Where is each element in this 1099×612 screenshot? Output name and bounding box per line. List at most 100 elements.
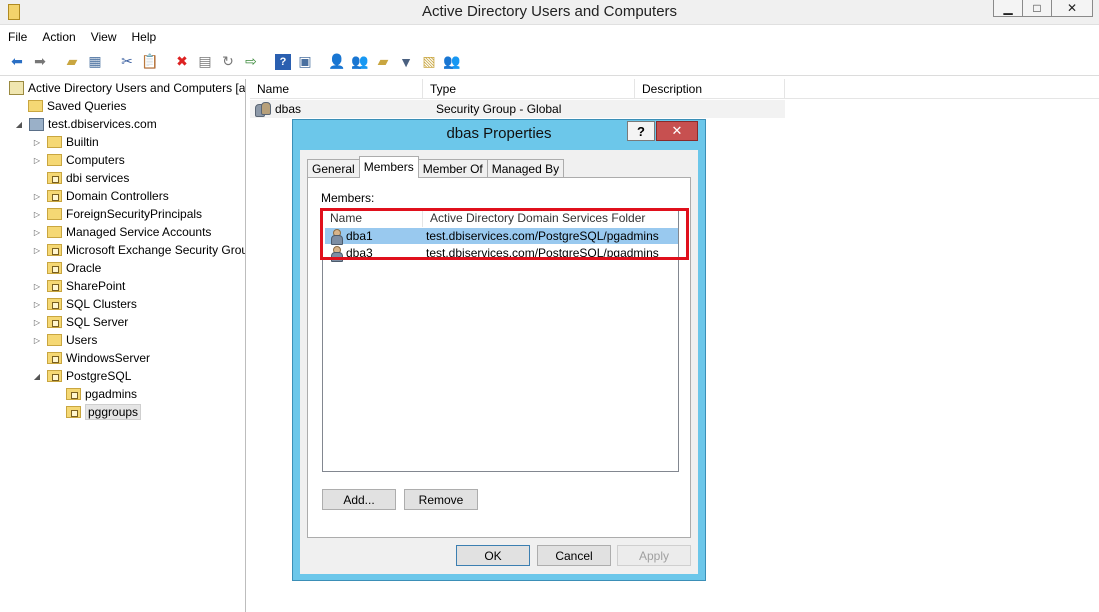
find-users-icon[interactable]: 👥: [441, 51, 463, 73]
forward-arrow-icon[interactable]: ➡: [29, 51, 51, 73]
members-label: Members:: [321, 191, 375, 205]
export-list-icon[interactable]: ⇨: [240, 51, 262, 73]
user-icon: [330, 246, 343, 262]
expanded-arrow-icon[interactable]: ◢: [13, 120, 25, 129]
row-type: Security Group - Global: [436, 102, 562, 116]
maximize-button[interactable]: □: [1022, 0, 1052, 17]
member-row[interactable]: dba1 test.dbiservices.com/PostgreSQL/pga…: [325, 228, 678, 245]
collapsed-arrow-icon[interactable]: ▷: [31, 300, 43, 309]
tree-item-postgresql[interactable]: ◢ PostgreSQL: [31, 367, 131, 385]
members-list-header: Name Active Directory Domain Services Fo…: [323, 209, 678, 227]
close-button[interactable]: ✕: [1051, 0, 1093, 17]
tree-item-domain-controllers[interactable]: ▷ Domain Controllers: [31, 187, 169, 205]
cancel-button[interactable]: Cancel: [537, 545, 611, 566]
tree-item-pgadmins[interactable]: pgadmins: [66, 385, 137, 403]
filter-icon[interactable]: ▼: [395, 51, 417, 73]
collapsed-arrow-icon[interactable]: ▷: [31, 156, 43, 165]
collapsed-arrow-icon[interactable]: ▷: [31, 246, 43, 255]
tree-item-sharepoint[interactable]: ▷ SharePoint: [31, 277, 125, 295]
tree-root-label: Active Directory Users and Computers [a: [28, 81, 246, 95]
tab-managed-by[interactable]: Managed By: [486, 159, 565, 178]
show-tree-icon[interactable]: ▦: [84, 51, 106, 73]
new-group-icon[interactable]: 👥: [349, 51, 371, 73]
tree-item-foreign-security-principals[interactable]: ▷ ForeignSecurityPrincipals: [31, 205, 202, 223]
tree-item-builtin[interactable]: ▷ Builtin: [31, 133, 99, 151]
folder-icon: [47, 334, 62, 346]
apply-button[interactable]: Apply: [617, 545, 691, 566]
new-user-icon[interactable]: 👤: [326, 51, 348, 73]
window-controls: ▁ □ ✕: [993, 0, 1093, 17]
cut-icon[interactable]: ✂: [116, 51, 138, 73]
tree-item-oracle[interactable]: Oracle: [47, 259, 101, 277]
ou-folder-icon: [47, 316, 62, 328]
clipboard-icon[interactable]: 📋: [139, 51, 161, 73]
folder-icon: [47, 226, 62, 238]
tree-item-sql-server[interactable]: ▷ SQL Server: [31, 313, 128, 331]
up-folder-icon[interactable]: ▰: [61, 51, 83, 73]
tab-members[interactable]: Members: [358, 156, 419, 178]
collapsed-arrow-icon[interactable]: ▷: [31, 228, 43, 237]
column-name[interactable]: Name: [250, 79, 423, 98]
refresh-icon[interactable]: ↻: [217, 51, 239, 73]
tab-member-of[interactable]: Member Of: [417, 159, 488, 178]
new-ou-icon[interactable]: ▰: [372, 51, 394, 73]
member-name: dba1: [346, 229, 373, 243]
tree-root[interactable]: Active Directory Users and Computers [a: [9, 79, 245, 97]
ok-button[interactable]: OK: [456, 545, 530, 566]
console-root-icon: [9, 81, 24, 95]
add-to-group-icon[interactable]: ▧: [418, 51, 440, 73]
tree-item-windowsserver[interactable]: WindowsServer: [47, 349, 150, 367]
member-row[interactable]: dba3 test.dbiservices.com/PostgreSQL/pga…: [325, 245, 678, 262]
tree-item-computers[interactable]: ▷ Computers: [31, 151, 125, 169]
folder-icon: [47, 208, 62, 220]
remove-member-button[interactable]: Remove: [404, 489, 478, 510]
help-icon[interactable]: ?: [275, 53, 291, 70]
domain-icon: [29, 117, 44, 131]
row-name: dbas: [275, 102, 302, 116]
tree-item-managed-service-accounts[interactable]: ▷ Managed Service Accounts: [31, 223, 212, 241]
tree-item-exchange-security-groups[interactable]: ▷ Microsoft Exchange Security Grou: [31, 241, 245, 259]
ou-folder-icon: [47, 190, 62, 202]
minimize-button[interactable]: ▁: [993, 0, 1023, 17]
tree-item-dbi-services[interactable]: dbi services: [47, 169, 129, 187]
dialog-body: General Members Member Of Managed By Mem…: [300, 150, 698, 574]
collapsed-arrow-icon[interactable]: ▷: [31, 138, 43, 147]
column-description[interactable]: Description: [635, 79, 785, 98]
members-column-name[interactable]: Name: [323, 209, 423, 227]
back-arrow-icon[interactable]: ⬅: [6, 51, 28, 73]
collapsed-arrow-icon[interactable]: ▷: [31, 282, 43, 291]
console-icon[interactable]: ▣: [294, 51, 316, 73]
menu-view[interactable]: View: [91, 30, 117, 44]
expanded-arrow-icon[interactable]: ◢: [31, 372, 43, 381]
tab-general[interactable]: General: [307, 159, 360, 178]
delete-icon[interactable]: ✖: [171, 51, 193, 73]
add-member-button[interactable]: Add...: [322, 489, 396, 510]
column-type[interactable]: Type: [423, 79, 635, 98]
menu-help[interactable]: Help: [132, 30, 157, 44]
ou-folder-icon: [47, 370, 62, 382]
tree-item-users[interactable]: ▷ Users: [31, 331, 97, 349]
tree-item-pggroups[interactable]: pggroups: [66, 403, 142, 421]
members-list[interactable]: Name Active Directory Domain Services Fo…: [322, 208, 679, 472]
tree-item-domain[interactable]: ◢ test.dbiservices.com: [13, 115, 157, 133]
members-column-folder[interactable]: Active Directory Domain Services Folder: [423, 209, 678, 227]
collapsed-arrow-icon[interactable]: ▷: [31, 318, 43, 327]
group-icon: [255, 102, 271, 117]
tree-item-saved-queries[interactable]: Saved Queries: [28, 97, 126, 115]
user-icon: [330, 229, 343, 245]
menu-file[interactable]: File: [8, 30, 27, 44]
collapsed-arrow-icon[interactable]: ▷: [31, 192, 43, 201]
dialog-close-button[interactable]: ✕: [656, 121, 698, 141]
tree-item-sql-clusters[interactable]: ▷ SQL Clusters: [31, 295, 137, 313]
members-tab-panel: Members: Name Active Directory Domain Se…: [307, 177, 691, 538]
dialog-help-button[interactable]: ?: [627, 121, 655, 141]
collapsed-arrow-icon[interactable]: ▷: [31, 210, 43, 219]
menu-action[interactable]: Action: [42, 30, 75, 44]
ou-folder-icon: [47, 280, 62, 292]
ou-folder-icon: [47, 172, 62, 184]
menu-bar: File Action View Help: [0, 27, 1099, 47]
collapsed-arrow-icon[interactable]: ▷: [31, 336, 43, 345]
folder-icon: [47, 154, 62, 166]
list-row[interactable]: dbas Security Group - Global: [250, 100, 785, 118]
properties-icon[interactable]: ▤: [194, 51, 216, 73]
